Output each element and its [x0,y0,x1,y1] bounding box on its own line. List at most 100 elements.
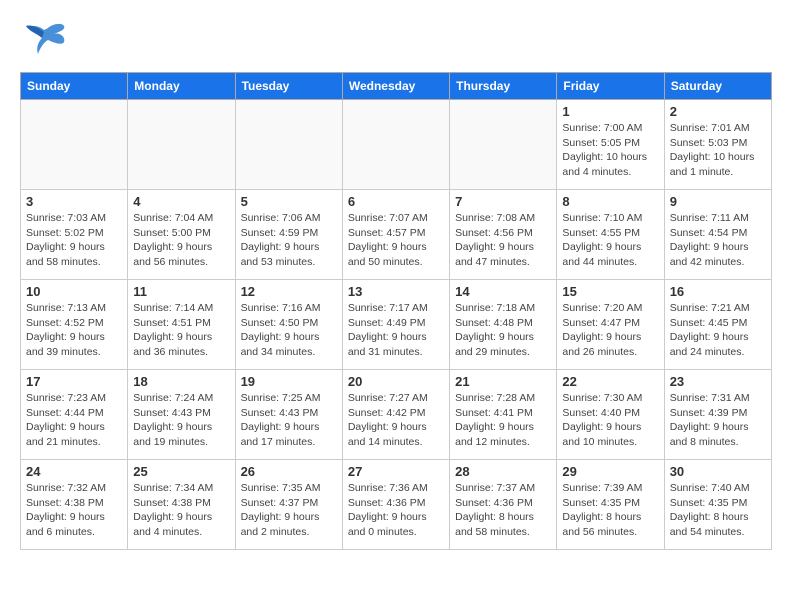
day-number: 6 [348,194,444,209]
calendar-cell: 12 Sunrise: 7:16 AM Sunset: 4:50 PM Dayli… [235,280,342,370]
day-number: 11 [133,284,229,299]
day-number: 26 [241,464,337,479]
logo [20,20,72,62]
calendar-cell: 29 Sunrise: 7:39 AM Sunset: 4:35 PM Dayli… [557,460,664,550]
day-number: 19 [241,374,337,389]
day-info: Sunrise: 7:13 AM Sunset: 4:52 PM Dayligh… [26,301,122,360]
calendar-cell: 16 Sunrise: 7:21 AM Sunset: 4:45 PM Dayli… [664,280,771,370]
day-number: 24 [26,464,122,479]
day-number: 15 [562,284,658,299]
calendar-cell: 21 Sunrise: 7:28 AM Sunset: 4:41 PM Dayli… [450,370,557,460]
day-number: 25 [133,464,229,479]
day-number: 27 [348,464,444,479]
day-info: Sunrise: 7:16 AM Sunset: 4:50 PM Dayligh… [241,301,337,360]
calendar-header-row: SundayMondayTuesdayWednesdayThursdayFrid… [21,73,772,100]
day-info: Sunrise: 7:11 AM Sunset: 4:54 PM Dayligh… [670,211,766,270]
weekday-header-thursday: Thursday [450,73,557,100]
day-info: Sunrise: 7:08 AM Sunset: 4:56 PM Dayligh… [455,211,551,270]
calendar-cell: 13Sunrise: 7:17 AM Sunset: 4:49 PM Dayli… [342,280,449,370]
day-number: 30 [670,464,766,479]
calendar-cell: 3Sunrise: 7:03 AM Sunset: 5:02 PM Daylig… [21,190,128,280]
day-number: 21 [455,374,551,389]
weekday-header-wednesday: Wednesday [342,73,449,100]
calendar-cell: 11 Sunrise: 7:14 AM Sunset: 4:51 PM Dayli… [128,280,235,370]
day-number: 8 [562,194,658,209]
day-info: Sunrise: 7:10 AM Sunset: 4:55 PM Dayligh… [562,211,658,270]
page-header [20,20,772,62]
day-number: 16 [670,284,766,299]
day-number: 2 [670,104,766,119]
calendar-cell [21,100,128,190]
day-number: 20 [348,374,444,389]
weekday-header-monday: Monday [128,73,235,100]
day-number: 22 [562,374,658,389]
day-info: Sunrise: 7:20 AM Sunset: 4:47 PM Dayligh… [562,301,658,360]
calendar-cell: 15 Sunrise: 7:20 AM Sunset: 4:47 PM Dayli… [557,280,664,370]
day-info: Sunrise: 7:31 AM Sunset: 4:39 PM Dayligh… [670,391,766,450]
weekday-header-saturday: Saturday [664,73,771,100]
calendar-cell: 4Sunrise: 7:04 AM Sunset: 5:00 PM Daylig… [128,190,235,280]
day-number: 10 [26,284,122,299]
calendar-body: 1 Sunrise: 7:00 AM Sunset: 5:05 PM Daylig… [21,100,772,550]
day-info: Sunrise: 7:18 AM Sunset: 4:48 PM Dayligh… [455,301,551,360]
day-info: Sunrise: 7:01 AM Sunset: 5:03 PM Dayligh… [670,121,766,180]
calendar-cell: 18 Sunrise: 7:24 AM Sunset: 4:43 PM Dayli… [128,370,235,460]
day-info: Sunrise: 7:28 AM Sunset: 4:41 PM Dayligh… [455,391,551,450]
day-number: 3 [26,194,122,209]
day-info: Sunrise: 7:24 AM Sunset: 4:43 PM Dayligh… [133,391,229,450]
day-number: 17 [26,374,122,389]
calendar-cell: 17Sunrise: 7:23 AM Sunset: 4:44 PM Dayli… [21,370,128,460]
weekday-header-tuesday: Tuesday [235,73,342,100]
calendar-cell: 25Sunrise: 7:34 AM Sunset: 4:38 PM Dayli… [128,460,235,550]
calendar-cell: 2 Sunrise: 7:01 AM Sunset: 5:03 PM Daylig… [664,100,771,190]
calendar-cell: 30 Sunrise: 7:40 AM Sunset: 4:35 PM Dayli… [664,460,771,550]
calendar-cell: 7 Sunrise: 7:08 AM Sunset: 4:56 PM Daylig… [450,190,557,280]
day-info: Sunrise: 7:25 AM Sunset: 4:43 PM Dayligh… [241,391,337,450]
calendar-table: SundayMondayTuesdayWednesdayThursdayFrid… [20,72,772,550]
day-number: 28 [455,464,551,479]
calendar-cell [128,100,235,190]
calendar-cell: 10 Sunrise: 7:13 AM Sunset: 4:52 PM Dayli… [21,280,128,370]
calendar-cell: 22Sunrise: 7:30 AM Sunset: 4:40 PM Dayli… [557,370,664,460]
day-info: Sunrise: 7:00 AM Sunset: 5:05 PM Dayligh… [562,121,658,180]
week-row-2: 10 Sunrise: 7:13 AM Sunset: 4:52 PM Dayli… [21,280,772,370]
day-info: Sunrise: 7:35 AM Sunset: 4:37 PM Dayligh… [241,481,337,540]
calendar-cell [235,100,342,190]
day-info: Sunrise: 7:32 AM Sunset: 4:38 PM Dayligh… [26,481,122,540]
calendar-cell: 1 Sunrise: 7:00 AM Sunset: 5:05 PM Daylig… [557,100,664,190]
calendar-cell: 23 Sunrise: 7:31 AM Sunset: 4:39 PM Dayli… [664,370,771,460]
weekday-header-friday: Friday [557,73,664,100]
day-info: Sunrise: 7:14 AM Sunset: 4:51 PM Dayligh… [133,301,229,360]
day-number: 23 [670,374,766,389]
day-info: Sunrise: 7:36 AM Sunset: 4:36 PM Dayligh… [348,481,444,540]
calendar-cell: 9 Sunrise: 7:11 AM Sunset: 4:54 PM Daylig… [664,190,771,280]
day-number: 5 [241,194,337,209]
day-number: 29 [562,464,658,479]
calendar-cell: 6 Sunrise: 7:07 AM Sunset: 4:57 PM Daylig… [342,190,449,280]
day-info: Sunrise: 7:21 AM Sunset: 4:45 PM Dayligh… [670,301,766,360]
day-number: 9 [670,194,766,209]
calendar-cell: 14Sunrise: 7:18 AM Sunset: 4:48 PM Dayli… [450,280,557,370]
calendar-cell [450,100,557,190]
day-number: 1 [562,104,658,119]
calendar-cell: 5Sunrise: 7:06 AM Sunset: 4:59 PM Daylig… [235,190,342,280]
day-number: 7 [455,194,551,209]
calendar-cell: 27 Sunrise: 7:36 AM Sunset: 4:36 PM Dayli… [342,460,449,550]
day-info: Sunrise: 7:27 AM Sunset: 4:42 PM Dayligh… [348,391,444,450]
logo-icon [20,20,68,62]
week-row-3: 17Sunrise: 7:23 AM Sunset: 4:44 PM Dayli… [21,370,772,460]
calendar-cell: 19 Sunrise: 7:25 AM Sunset: 4:43 PM Dayli… [235,370,342,460]
calendar-cell: 24 Sunrise: 7:32 AM Sunset: 4:38 PM Dayli… [21,460,128,550]
day-number: 12 [241,284,337,299]
calendar-cell [342,100,449,190]
day-info: Sunrise: 7:39 AM Sunset: 4:35 PM Dayligh… [562,481,658,540]
week-row-4: 24 Sunrise: 7:32 AM Sunset: 4:38 PM Dayli… [21,460,772,550]
day-info: Sunrise: 7:40 AM Sunset: 4:35 PM Dayligh… [670,481,766,540]
day-info: Sunrise: 7:17 AM Sunset: 4:49 PM Dayligh… [348,301,444,360]
day-number: 4 [133,194,229,209]
day-info: Sunrise: 7:37 AM Sunset: 4:36 PM Dayligh… [455,481,551,540]
weekday-header-sunday: Sunday [21,73,128,100]
day-info: Sunrise: 7:07 AM Sunset: 4:57 PM Dayligh… [348,211,444,270]
week-row-0: 1 Sunrise: 7:00 AM Sunset: 5:05 PM Daylig… [21,100,772,190]
day-number: 18 [133,374,229,389]
